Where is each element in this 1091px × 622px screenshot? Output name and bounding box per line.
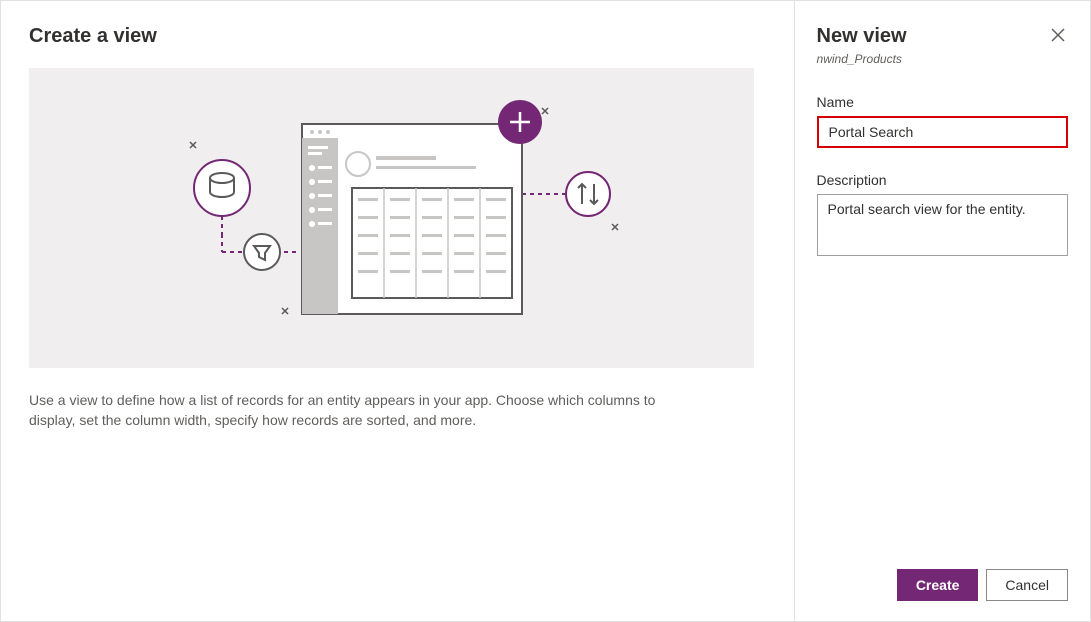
description-text: Use a view to define how a list of recor… — [29, 390, 669, 431]
illustration — [29, 68, 754, 368]
info-panel: Create a view — [1, 1, 795, 621]
panel-header: New view — [817, 25, 1068, 48]
close-button[interactable] — [1048, 25, 1068, 48]
dialog-footer: Create Cancel — [897, 569, 1068, 601]
entity-name: nwind_Products — [817, 52, 1068, 66]
form-panel: New view nwind_Products Name Description… — [795, 1, 1090, 621]
cancel-button[interactable]: Cancel — [986, 569, 1068, 601]
description-label: Description — [817, 172, 1068, 188]
page-title: Create a view — [29, 25, 766, 48]
dialog-container: Create a view — [0, 0, 1091, 622]
name-label: Name — [817, 94, 1068, 110]
name-input[interactable] — [817, 116, 1068, 148]
panel-title: New view — [817, 25, 907, 48]
create-button[interactable]: Create — [897, 569, 979, 601]
description-textarea[interactable] — [817, 194, 1068, 256]
view-illustration-icon — [152, 98, 632, 338]
close-icon — [1050, 27, 1066, 43]
